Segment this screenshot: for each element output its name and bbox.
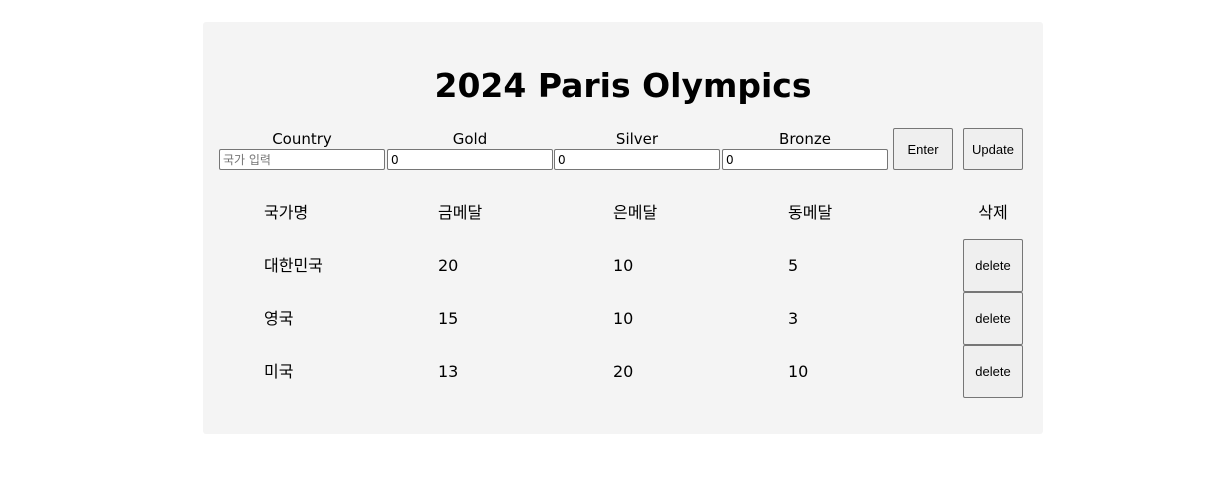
cell-gold: 15: [438, 309, 459, 328]
silver-field-group: Silver: [554, 130, 720, 170]
bronze-label: Bronze: [779, 130, 831, 148]
header-bronze: 동메달: [788, 203, 833, 222]
bronze-input[interactable]: [722, 149, 888, 170]
enter-button[interactable]: Enter: [893, 128, 953, 170]
cell-bronze: 10: [788, 362, 809, 381]
cell-silver: 10: [613, 309, 634, 328]
header-delete: 삭제: [978, 203, 1008, 222]
cell-silver: 10: [613, 256, 634, 275]
bronze-field-group: Bronze: [722, 130, 888, 170]
country-label: Country: [272, 130, 332, 148]
delete-button[interactable]: delete: [963, 239, 1023, 292]
cell-country: 미국: [264, 362, 294, 381]
country-field-group: Country: [219, 130, 385, 170]
cell-gold: 20: [438, 256, 459, 275]
gold-input[interactable]: [387, 149, 553, 170]
cell-country: 대한민국: [264, 256, 323, 275]
header-country: 국가명: [264, 203, 309, 222]
header-silver: 은메달: [613, 203, 658, 222]
medal-panel: 2024 Paris Olympics Country Gold Silver …: [203, 22, 1043, 434]
cell-gold: 13: [438, 362, 459, 381]
cell-bronze: 5: [788, 256, 799, 275]
page-title: 2024 Paris Olympics: [434, 66, 812, 105]
header-gold: 금메달: [438, 203, 483, 222]
silver-label: Silver: [615, 130, 659, 148]
cell-bronze: 3: [788, 309, 799, 328]
delete-button[interactable]: delete: [963, 345, 1023, 398]
cell-silver: 20: [613, 362, 634, 381]
country-input[interactable]: [219, 149, 385, 170]
gold-label: Gold: [452, 130, 488, 148]
gold-field-group: Gold: [387, 130, 553, 170]
delete-button[interactable]: delete: [963, 292, 1023, 345]
cell-country: 영국: [264, 309, 294, 328]
update-button[interactable]: Update: [963, 128, 1023, 170]
silver-input[interactable]: [554, 149, 720, 170]
